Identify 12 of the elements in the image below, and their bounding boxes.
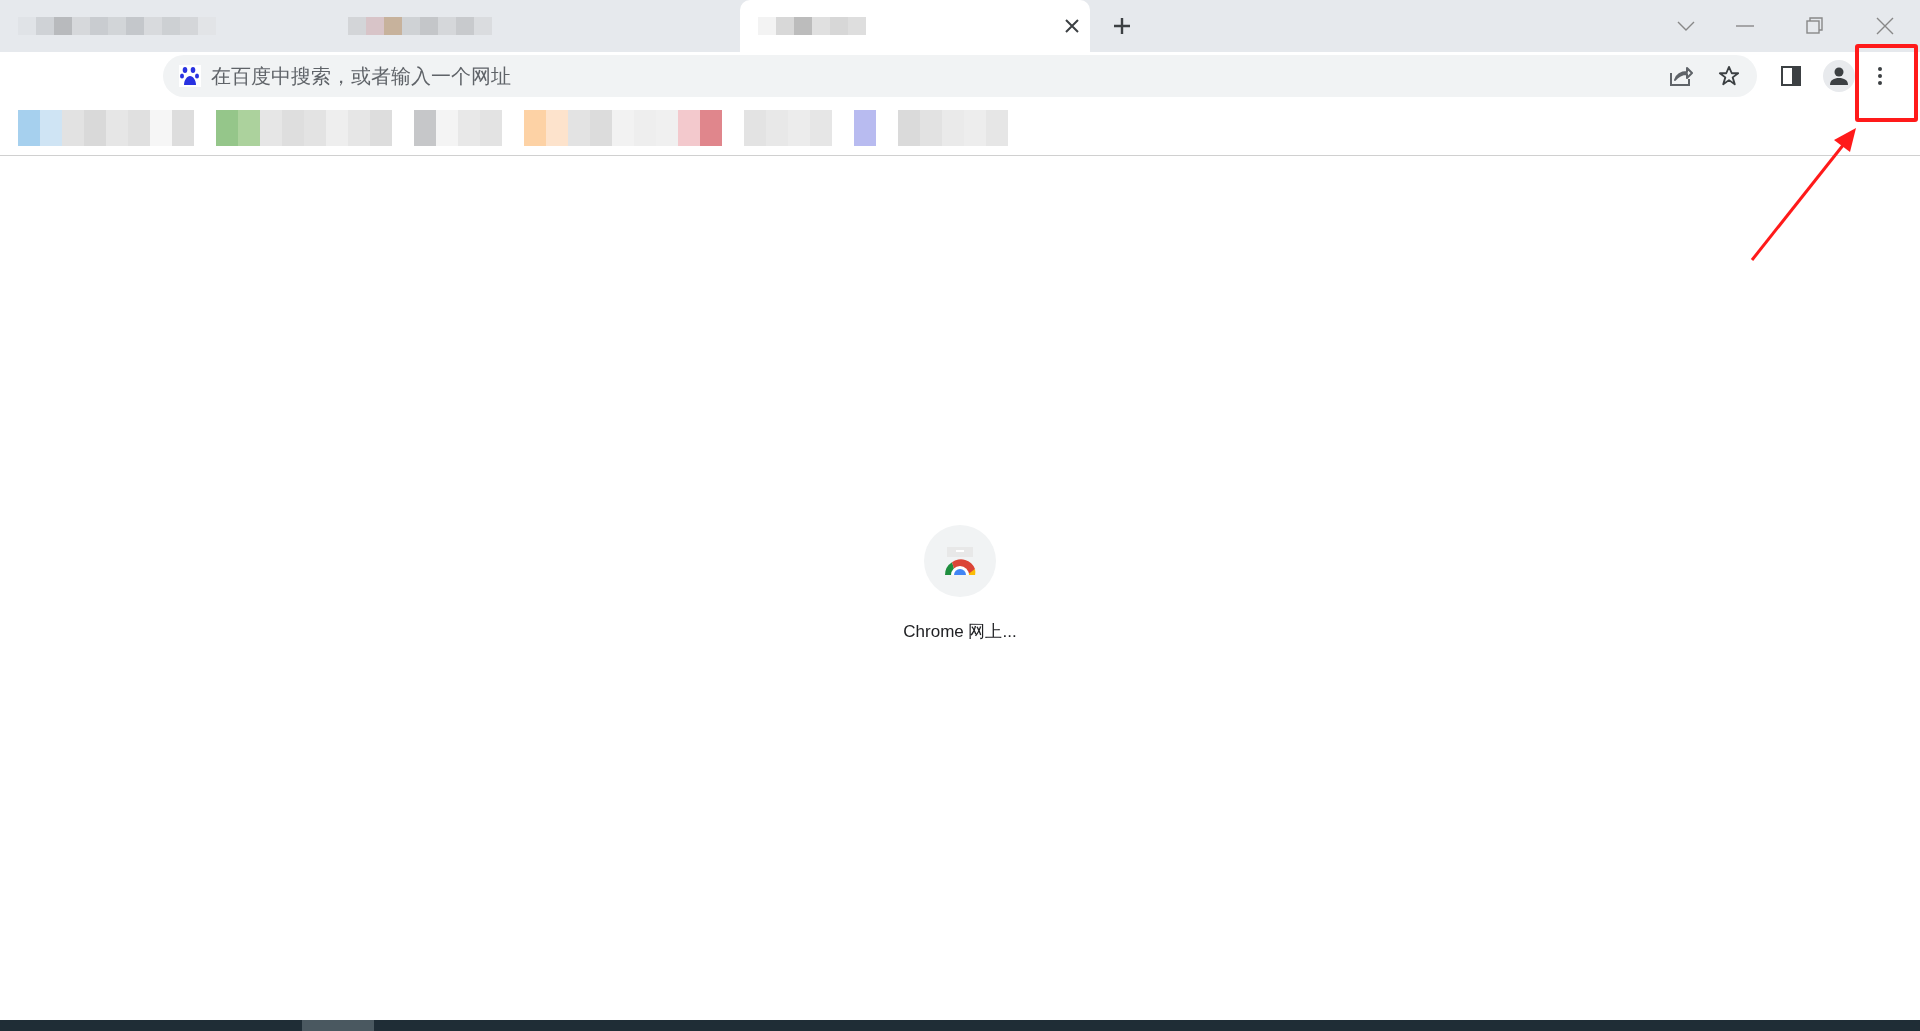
profile-avatar[interactable]	[1823, 60, 1855, 92]
paw-icon	[179, 65, 201, 87]
restore-icon	[1806, 17, 1824, 35]
plus-icon	[1112, 16, 1132, 36]
minimize-icon	[1736, 24, 1754, 28]
shortcut-label: Chrome 网上...	[903, 621, 1017, 643]
address-bar[interactable]: 在百度中搜索，或者输入一个网址	[163, 55, 1757, 97]
close-icon	[1876, 17, 1894, 35]
close-icon	[1065, 19, 1079, 33]
search-field[interactable]: 在百度中搜索，或者输入一个网址	[201, 60, 1661, 92]
web-store-icon	[943, 544, 977, 578]
chevron-down-icon	[1677, 20, 1695, 32]
